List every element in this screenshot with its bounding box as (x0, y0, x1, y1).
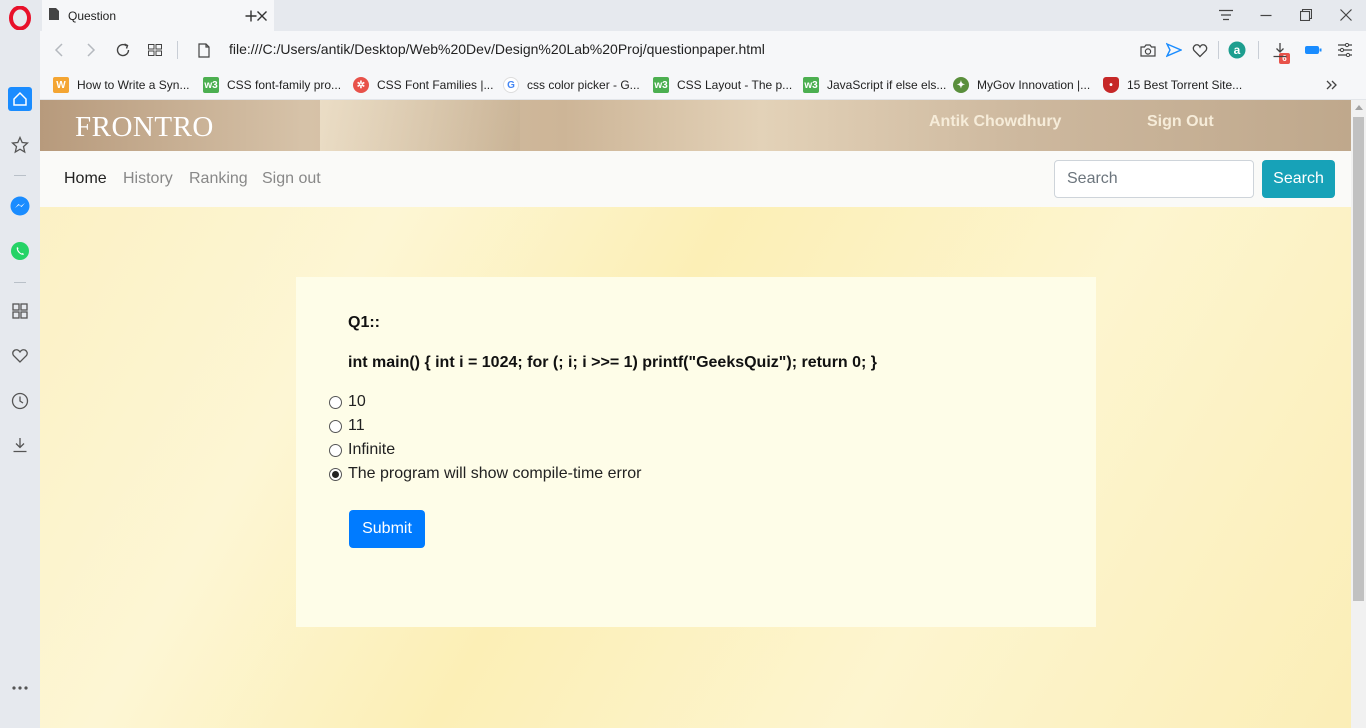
bookmark-item[interactable]: w3 CSS font-family pro... (203, 75, 341, 95)
w-icon: W (53, 77, 69, 93)
svg-text:a: a (1234, 43, 1241, 57)
navbar: Home History Ranking Sign out Search (40, 151, 1351, 207)
back-icon[interactable] (47, 38, 71, 62)
reload-icon[interactable] (111, 38, 135, 62)
divider (1218, 41, 1219, 59)
bookmark-label: CSS font-family pro... (227, 78, 342, 92)
bookmark-item[interactable]: w3 JavaScript if else els... (803, 75, 946, 95)
tabs-grid-icon[interactable] (143, 38, 167, 62)
sign-out-link[interactable]: Sign Out (1147, 113, 1214, 131)
w3schools-icon: w3 (203, 77, 219, 93)
question-card: Q1:: int main() { int i = 1024; for (; i… (296, 277, 1096, 627)
search-button[interactable]: Search (1262, 160, 1335, 198)
radio-button[interactable] (329, 443, 342, 457)
bookmark-label: CSS Layout - The p... (677, 78, 793, 92)
bookmark-label: 15 Best Torrent Site... (1127, 78, 1243, 92)
restore-window-icon[interactable] (1294, 3, 1318, 27)
bookmark-item[interactable]: • 15 Best Torrent Site... (1103, 75, 1242, 95)
bookmark-label: JavaScript if else els... (827, 78, 947, 92)
w3schools-icon: w3 (653, 77, 669, 93)
tab-menu-icon[interactable] (1214, 3, 1238, 27)
sidebar-divider (14, 175, 26, 176)
option-label: 11 (348, 417, 365, 434)
bookmark-item[interactable]: ✦ MyGov Innovation |... (953, 75, 1090, 95)
easy-setup-icon[interactable] (1333, 38, 1357, 62)
header-banner: FRONTRO Antik Chowdhury Sign Out (40, 100, 1351, 151)
minimize-window-icon[interactable] (1254, 3, 1278, 27)
extension-icon[interactable]: a (1225, 38, 1249, 62)
bookmark-label: CSS Font Families |... (377, 78, 494, 92)
answer-option[interactable]: 11 (329, 414, 365, 438)
google-icon: G (503, 77, 519, 93)
add-to-favorites-heart-icon[interactable] (1188, 38, 1212, 62)
divider (1258, 41, 1259, 59)
bookmark-label: MyGov Innovation |... (977, 78, 1091, 92)
whatsapp-icon[interactable] (8, 239, 32, 263)
page-viewport: FRONTRO Antik Chowdhury Sign Out Home Hi… (40, 100, 1351, 728)
speed-dial-icon[interactable] (8, 299, 32, 323)
nav-ranking[interactable]: Ranking (189, 170, 248, 188)
question-number: Q1:: (348, 314, 380, 331)
bookmark-item[interactable]: W How to Write a Syn... (53, 75, 189, 95)
user-name-link[interactable]: Antik Chowdhury (929, 113, 1061, 131)
more-options-icon[interactable] (8, 676, 32, 700)
bookmark-label: css color picker - G... (527, 78, 640, 92)
radio-button[interactable] (329, 419, 342, 433)
submit-button[interactable]: Submit (349, 510, 425, 548)
file-page-icon[interactable] (192, 38, 216, 62)
nav-home[interactable]: Home (64, 170, 107, 188)
shield-icon: • (1103, 77, 1119, 93)
radio-button[interactable] (329, 395, 342, 409)
option-label: 10 (348, 393, 366, 410)
url-field[interactable]: file:///C:/Users/antik/Desktop/Web%20Dev… (229, 41, 765, 57)
bookmarks-star-icon[interactable] (8, 133, 32, 157)
brand-logo[interactable]: FRONTRO (75, 111, 214, 144)
messenger-icon[interactable] (8, 194, 32, 218)
w3schools-icon: w3 (803, 77, 819, 93)
bookmark-item[interactable]: ✲ CSS Font Families |... (353, 75, 493, 95)
forward-icon[interactable] (79, 38, 103, 62)
close-window-icon[interactable] (1334, 3, 1358, 27)
mygov-icon: ✦ (953, 77, 969, 93)
radio-button[interactable] (329, 467, 342, 481)
page-icon (48, 7, 60, 24)
more-bookmarks-chevron-icon[interactable] (1326, 75, 1338, 95)
home-icon[interactable] (8, 87, 32, 111)
bookmark-label: How to Write a Syn... (77, 78, 190, 92)
answer-option[interactable]: 10 (329, 390, 366, 414)
tab-strip: Question (40, 0, 1366, 31)
address-bar: file:///C:/Users/antik/Desktop/Web%20Dev… (40, 31, 1366, 69)
tab-title: Question (68, 8, 117, 23)
answer-option[interactable]: Infinite (329, 438, 395, 462)
answer-option[interactable]: The program will show compile-time error (329, 462, 641, 486)
new-tab-button[interactable] (239, 4, 263, 28)
history-clock-icon[interactable] (8, 389, 32, 413)
send-flow-icon[interactable] (1162, 38, 1186, 62)
bookmarks-bar: W How to Write a Syn... w3 CSS font-fami… (40, 69, 1366, 100)
sidebar-divider (14, 282, 26, 283)
nav-history[interactable]: History (123, 170, 173, 188)
page-scrollbar[interactable] (1351, 100, 1366, 728)
scrollbar-thumb[interactable] (1353, 117, 1364, 601)
nav-sign-out[interactable]: Sign out (262, 170, 321, 188)
downloads-icon[interactable] (1268, 38, 1292, 62)
option-label: Infinite (348, 441, 396, 458)
option-label: The program will show compile-time error (348, 465, 642, 482)
search-input[interactable] (1054, 160, 1254, 198)
heart-icon[interactable] (8, 344, 32, 368)
banner-background-image (320, 100, 520, 151)
scroll-up-icon[interactable] (1355, 105, 1363, 110)
flower-icon: ✲ (353, 77, 369, 93)
question-text: int main() { int i = 1024; for (; i; i >… (348, 354, 878, 371)
opera-logo-icon[interactable] (8, 6, 32, 30)
sidebar (0, 0, 40, 728)
downloads-icon[interactable] (8, 433, 32, 457)
snapshot-camera-icon[interactable] (1136, 38, 1160, 62)
divider (177, 41, 178, 59)
bookmark-item[interactable]: G css color picker - G... (503, 75, 640, 95)
battery-saver-icon[interactable] (1301, 38, 1325, 62)
bookmark-item[interactable]: w3 CSS Layout - The p... (653, 75, 792, 95)
